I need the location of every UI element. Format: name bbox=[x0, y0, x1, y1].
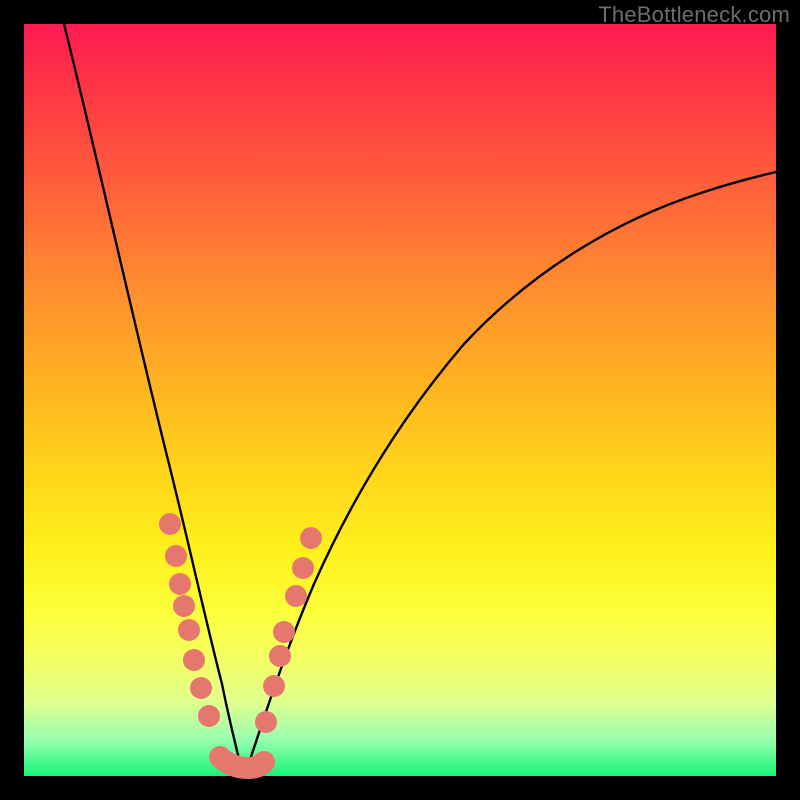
data-point bbox=[159, 513, 181, 535]
data-point bbox=[169, 573, 191, 595]
data-point bbox=[269, 645, 291, 667]
data-point bbox=[300, 527, 322, 549]
right-curve bbox=[246, 172, 776, 772]
left-curve bbox=[64, 24, 242, 772]
data-point bbox=[183, 649, 205, 671]
data-point bbox=[198, 705, 220, 727]
data-point bbox=[190, 677, 212, 699]
data-point bbox=[165, 545, 187, 567]
data-point bbox=[292, 557, 314, 579]
watermark-text: TheBottleneck.com bbox=[598, 2, 790, 28]
chart-svg bbox=[24, 24, 776, 776]
chart-frame: TheBottleneck.com bbox=[0, 0, 800, 800]
plot-area bbox=[24, 24, 776, 776]
trough-cluster bbox=[220, 757, 264, 768]
data-point bbox=[285, 585, 307, 607]
data-point bbox=[273, 621, 295, 643]
data-point bbox=[173, 595, 195, 617]
data-point bbox=[178, 619, 200, 641]
data-point bbox=[255, 711, 277, 733]
data-point bbox=[263, 675, 285, 697]
